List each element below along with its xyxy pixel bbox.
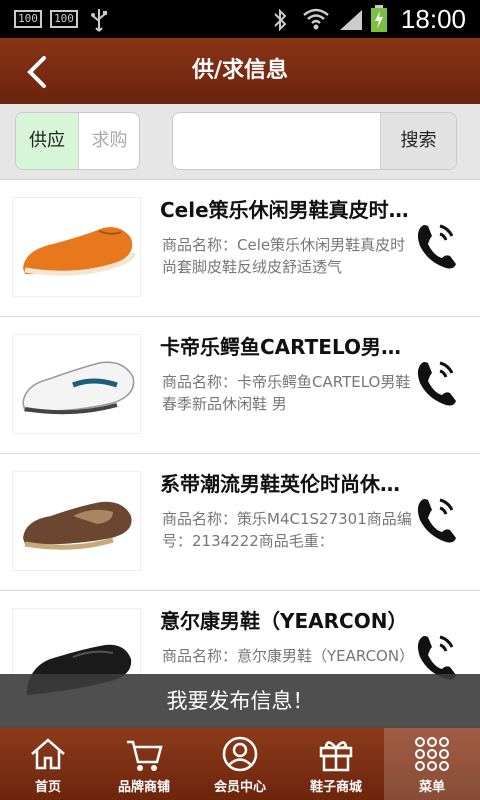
brown-laceup-shoe-image (23, 501, 132, 550)
tab-label: 会员中心 (213, 780, 266, 795)
battery-badge-icon: 100 (50, 10, 78, 28)
product-title: 卡帝乐鳄鱼CARTELO男鞋春季新品休闲鞋 (160, 335, 412, 359)
battery-badge-icon: 100 (14, 10, 42, 28)
tab-menu[interactable]: 菜单 (384, 728, 480, 800)
status-bar: 100 100 18:00 (0, 0, 480, 38)
signal-icon (340, 10, 362, 30)
list-item[interactable]: 卡帝乐鳄鱼CARTELO男鞋春季新品休闲鞋 商品名称：卡帝乐鳄鱼CARTELO男… (0, 317, 480, 454)
bluetooth-icon (274, 8, 287, 32)
product-list: Cele策乐休闲男鞋真皮时尚套脚皮鞋反绒皮舒适透气 商品名称：Cele策乐休闲男… (0, 180, 480, 728)
tab-demand[interactable]: 求购 (78, 113, 139, 169)
product-thumbnail (12, 334, 141, 434)
filter-toolbar: 供应 求购 搜索 (0, 104, 480, 180)
product-thumbnail (12, 471, 141, 571)
supply-demand-toggle: 供应 求购 (15, 112, 140, 170)
product-description: 商品名称：Cele策乐休闲男鞋真皮时尚套脚皮鞋反绒皮舒适透气 (162, 236, 406, 276)
battery-charging-icon (371, 5, 387, 32)
product-title: 系带潮流男鞋英伦时尚休闲鞋 (160, 472, 412, 496)
wifi-icon (303, 8, 329, 30)
grid-menu-icon (415, 737, 449, 771)
search-button[interactable]: 搜索 (380, 113, 456, 169)
cart-icon (127, 740, 163, 771)
list-item[interactable]: 系带潮流男鞋英伦时尚休闲鞋 商品名称：策乐M4C1S27301商品编号：2134… (0, 454, 480, 591)
product-title: Cele策乐休闲男鞋真皮时尚套脚皮鞋反绒皮舒适透气 (160, 198, 412, 222)
white-sneaker-image (22, 361, 135, 415)
product-description: 商品名称：策乐M4C1S27301商品编号：2134222商品毛重： (162, 510, 412, 550)
tab-supply[interactable]: 供应 (16, 113, 78, 169)
tab-member-center[interactable]: 会员中心 (192, 728, 288, 800)
phone-call-icon[interactable] (412, 494, 460, 546)
tab-label: 鞋子商城 (309, 780, 362, 795)
list-item[interactable]: Cele策乐休闲男鞋真皮时尚套脚皮鞋反绒皮舒适透气 商品名称：Cele策乐休闲男… (0, 180, 480, 317)
user-icon (222, 736, 258, 772)
tab-label: 菜单 (418, 780, 445, 795)
phone-call-icon[interactable] (412, 357, 460, 409)
status-time: 18:00 (400, 4, 466, 34)
home-icon (31, 738, 65, 770)
tab-shoe-mall[interactable]: 鞋子商城 (288, 728, 384, 800)
tab-label: 品牌商铺 (117, 780, 170, 795)
gift-icon (319, 741, 353, 772)
search-input[interactable] (173, 113, 381, 169)
page-title: 供/求信息 (191, 58, 289, 83)
usb-icon (91, 9, 107, 32)
search-bar: 搜索 (172, 112, 457, 170)
publish-info-button[interactable]: 我要发布信息！ (0, 674, 480, 728)
product-title: 意尔康男鞋（YEARCON） (160, 609, 408, 633)
orange-loafer-image (23, 227, 136, 276)
tab-brand-stores[interactable]: 品牌商铺 (96, 728, 192, 800)
app-header: 供/求信息 (0, 38, 480, 104)
tab-home[interactable]: 首页 (0, 728, 96, 800)
product-description: 商品名称：卡帝乐鳄鱼CARTELO男鞋春季新品休闲鞋 男 (162, 373, 411, 413)
bottom-tab-bar: 首页 品牌商铺 会员中心 鞋子商城 菜单 (0, 728, 480, 800)
product-thumbnail (12, 197, 141, 297)
phone-call-icon[interactable] (412, 220, 460, 272)
tab-label: 首页 (34, 780, 61, 795)
